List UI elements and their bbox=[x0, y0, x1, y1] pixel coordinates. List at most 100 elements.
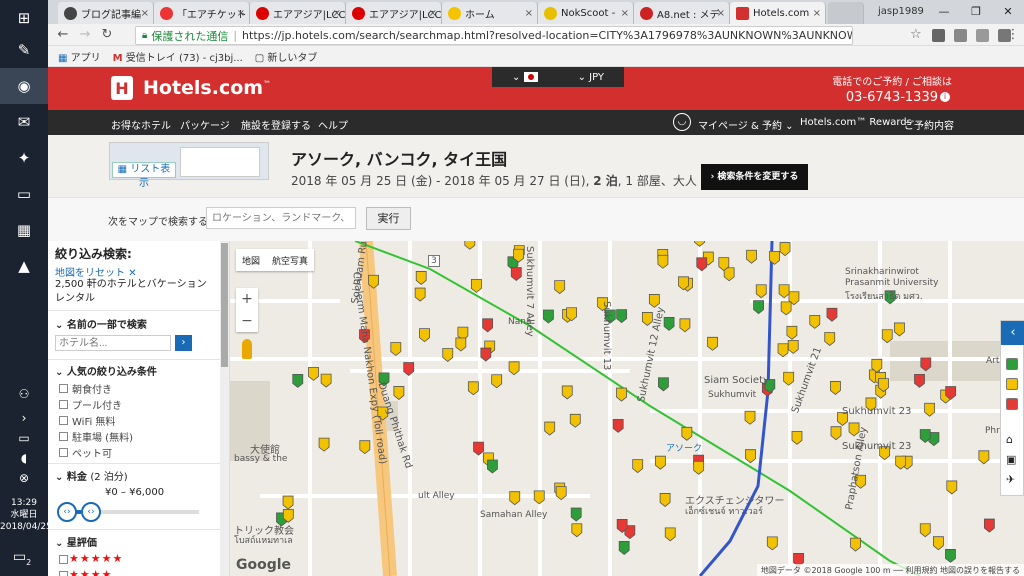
hotel-map-marker[interactable] bbox=[679, 318, 691, 333]
hotel-map-marker[interactable] bbox=[467, 381, 479, 396]
windows-start-icon[interactable]: ⊞ bbox=[0, 0, 48, 36]
price-slider-max-handle[interactable]: ‹› bbox=[81, 502, 101, 522]
scroll-thumb[interactable] bbox=[221, 243, 228, 367]
hotel-map-marker[interactable] bbox=[455, 337, 467, 352]
address-bar[interactable]: 🔒︎ 保護された通信 | https://jp.hotels.com/searc… bbox=[135, 26, 853, 45]
language-selector[interactable]: ⌄ bbox=[512, 71, 538, 83]
star-rating-section[interactable]: 星評価 bbox=[55, 534, 97, 549]
tab-close-icon[interactable]: × bbox=[717, 8, 725, 19]
nav-rewards[interactable]: Hotels.com™ Rewards bbox=[800, 117, 912, 128]
nav-bookings[interactable]: ご予約内容 bbox=[904, 117, 954, 132]
hotel-map-marker[interactable] bbox=[894, 322, 905, 337]
hotel-map-marker[interactable] bbox=[783, 371, 795, 386]
hotel-map-marker[interactable] bbox=[753, 300, 764, 315]
menu-icon[interactable]: ⋮ bbox=[1004, 27, 1022, 43]
hotel-map-marker[interactable] bbox=[826, 307, 838, 322]
hotel-map-marker[interactable] bbox=[320, 373, 332, 388]
tab-home[interactable]: ホーム × bbox=[442, 2, 538, 24]
checkbox[interactable] bbox=[59, 555, 68, 564]
street-view-pegman-icon[interactable] bbox=[242, 339, 252, 359]
extension-icon[interactable] bbox=[976, 29, 989, 42]
hotel-map-marker[interactable] bbox=[766, 536, 778, 551]
tab-close-icon[interactable]: × bbox=[237, 8, 245, 19]
hotel-map-marker[interactable] bbox=[850, 537, 861, 552]
photos-taskbar-icon[interactable]: ▲ bbox=[0, 248, 48, 284]
hotel-map-marker[interactable] bbox=[571, 523, 583, 538]
hotel-map-marker[interactable] bbox=[570, 507, 582, 522]
bookmark-newtab[interactable]: ▢ 新しいタブ bbox=[255, 49, 318, 64]
hotel-map-marker[interactable] bbox=[390, 342, 402, 357]
legend-collapse-button[interactable]: ‹ bbox=[1001, 321, 1024, 345]
checkbox[interactable] bbox=[59, 384, 68, 393]
taskbar-clock[interactable]: 13:29 水曜日 2018/04/25 bbox=[0, 497, 52, 533]
tab-a8net[interactable]: A8.net : メデ × bbox=[634, 2, 730, 24]
hotel-map-marker[interactable] bbox=[881, 329, 893, 344]
hotels-logo-icon[interactable]: H bbox=[111, 76, 133, 100]
excel-taskbar-icon[interactable]: ▦ bbox=[0, 212, 48, 248]
hotel-map-marker[interactable] bbox=[533, 490, 545, 505]
hotel-map-marker[interactable] bbox=[561, 385, 573, 400]
hotel-map[interactable]: Nana Siam Society Sukhumvit アソーク エクスチェンジ… bbox=[230, 241, 1024, 576]
profile-chip[interactable]: jasp1989 bbox=[872, 3, 930, 21]
hotel-map-marker[interactable] bbox=[791, 430, 803, 445]
thunderbird-taskbar-icon[interactable]: ✦ bbox=[0, 140, 48, 176]
price-slider[interactable]: ‹› ‹› bbox=[57, 502, 199, 522]
bookmark-apps[interactable]: ▦ アプリ bbox=[58, 49, 101, 64]
list-view-button[interactable]: ▦ リスト表示 bbox=[112, 162, 176, 189]
tab-close-icon[interactable]: × bbox=[525, 8, 533, 19]
reload-icon[interactable]: ↻ bbox=[98, 27, 116, 43]
price-section[interactable]: 料金 (2 泊分) bbox=[55, 468, 128, 483]
map-type-map[interactable]: 地図 bbox=[236, 249, 266, 271]
reset-map-link[interactable]: 地図をリセット ✕ bbox=[55, 264, 137, 279]
hotel-map-marker[interactable] bbox=[694, 241, 705, 247]
file-explorer-taskbar-icon[interactable]: ▭ bbox=[0, 176, 48, 212]
gmail-taskbar-icon[interactable]: ✉ bbox=[0, 104, 48, 140]
bookmark-gmail[interactable]: M 受信トレイ (73) - cj3bj... bbox=[113, 49, 243, 64]
hotel-map-marker[interactable] bbox=[778, 284, 790, 299]
filter-parking[interactable]: 駐車場 (無料) bbox=[59, 429, 133, 444]
info-icon[interactable]: i bbox=[940, 92, 950, 102]
hotel-map-marker[interactable] bbox=[393, 386, 405, 400]
tab-airticket[interactable]: 「エアチケット × bbox=[154, 2, 250, 24]
hotel-map-marker[interactable] bbox=[618, 541, 630, 555]
bookmark-star-icon[interactable]: ☆ bbox=[910, 27, 922, 42]
hotel-map-marker[interactable] bbox=[641, 312, 653, 326]
nav-help[interactable]: ヘルプ bbox=[318, 117, 348, 132]
hotel-map-marker[interactable] bbox=[707, 336, 718, 351]
checkbox[interactable] bbox=[59, 571, 68, 576]
hotel-map-marker[interactable] bbox=[693, 460, 705, 475]
close-window-button[interactable]: ✕ bbox=[992, 0, 1024, 22]
checkbox[interactable] bbox=[59, 432, 68, 441]
hotel-name-input[interactable] bbox=[55, 335, 171, 351]
tab-nokscoot[interactable]: NokScoot - × bbox=[538, 2, 634, 24]
hotel-map-marker[interactable] bbox=[746, 249, 757, 264]
tab-hotels[interactable]: Hotels.com × bbox=[730, 2, 826, 24]
map-search-input[interactable] bbox=[206, 207, 356, 229]
phone-number[interactable]: 03-6743-1339 bbox=[846, 90, 938, 105]
hotel-map-marker[interactable] bbox=[914, 373, 925, 388]
zoom-out-button[interactable]: − bbox=[236, 310, 258, 332]
hotel-map-marker[interactable] bbox=[415, 271, 427, 285]
map-attribution[interactable]: 地図データ ©2018 Google 100 m ── 利用規約 地図の誤りを報… bbox=[756, 564, 1024, 576]
price-slider-min-handle[interactable]: ‹› bbox=[57, 502, 77, 522]
tab-close-icon[interactable]: × bbox=[429, 8, 437, 19]
nav-packages[interactable]: パッケージ bbox=[180, 117, 230, 132]
checkbox[interactable] bbox=[59, 416, 68, 425]
currency-selector[interactable]: ⌄ JPY bbox=[578, 72, 604, 83]
hotel-map-marker[interactable] bbox=[723, 267, 735, 282]
star-rating-4[interactable]: ★★★★ bbox=[69, 568, 112, 576]
hotel-map-marker[interactable] bbox=[543, 309, 554, 324]
hotel-map-marker[interactable] bbox=[544, 421, 556, 436]
hotel-map-marker[interactable] bbox=[509, 491, 521, 506]
checkbox[interactable] bbox=[59, 448, 68, 457]
hotel-map-marker[interactable] bbox=[945, 549, 956, 563]
tab-airasia-2[interactable]: エアアジア|LCC × bbox=[346, 2, 442, 24]
hotel-map-marker[interactable] bbox=[554, 280, 566, 295]
hotel-map-marker[interactable] bbox=[755, 284, 767, 299]
hotel-name-search-button[interactable]: › bbox=[175, 335, 192, 351]
filter-pool[interactable]: プール付き bbox=[59, 397, 122, 412]
user-icon[interactable]: ◡ bbox=[673, 113, 691, 131]
hotel-map-marker[interactable] bbox=[318, 437, 330, 452]
hotel-map-marker[interactable] bbox=[924, 402, 935, 417]
extension-icon[interactable] bbox=[954, 29, 967, 42]
